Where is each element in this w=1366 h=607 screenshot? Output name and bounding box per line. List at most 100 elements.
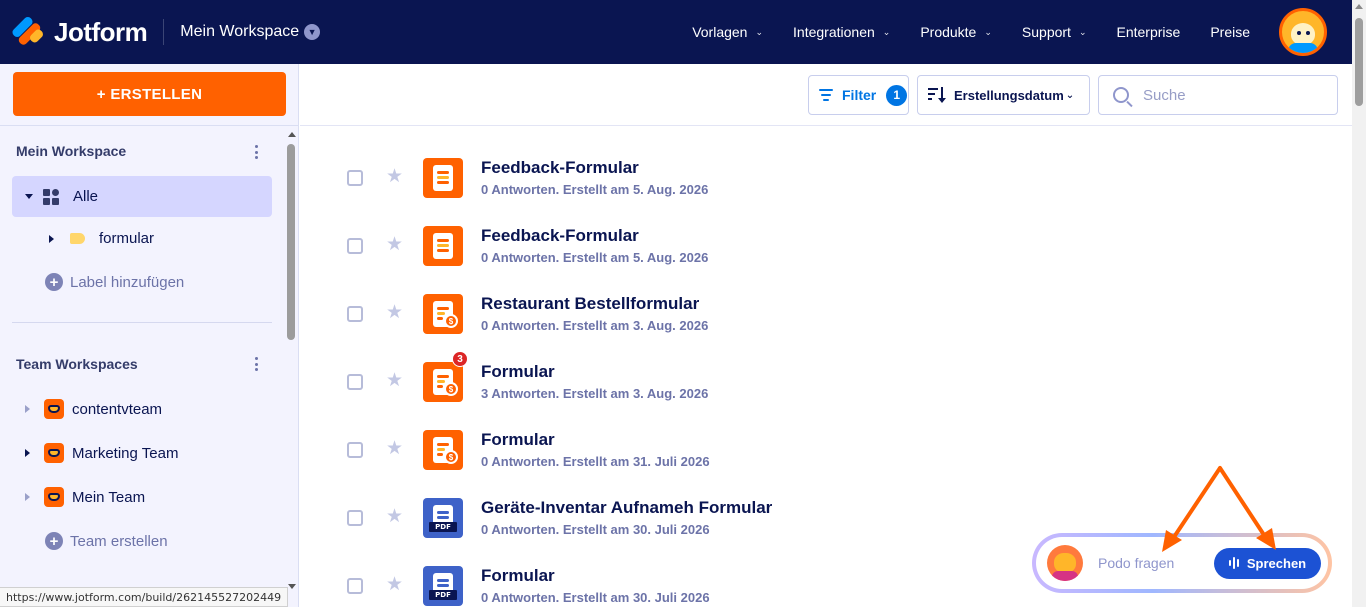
star-icon[interactable]: ★ [386, 303, 403, 322]
sort-label: Erstellungsdatum [954, 87, 1064, 103]
scroll-down-icon[interactable] [288, 584, 296, 589]
user-avatar[interactable] [1279, 8, 1327, 56]
nav-support[interactable]: Support ⌄ [1007, 0, 1102, 64]
sort-dropdown[interactable]: Erstellungsdatum ⌄ [917, 75, 1090, 115]
sidebar-item-team[interactable]: Mein Team [25, 487, 145, 507]
sidebar: + ERSTELLEN Mein Workspace Alle formular… [0, 64, 299, 607]
speak-button[interactable]: Sprechen [1214, 547, 1321, 579]
chevron-down-icon: ▼ [304, 24, 321, 40]
filter-count-badge: 1 [886, 84, 908, 106]
page-scrollbar[interactable] [1352, 0, 1366, 607]
nav-integrationen[interactable]: Integrationen ⌄ [778, 0, 905, 64]
jotform-logo-icon [10, 15, 45, 47]
caret-right-icon[interactable] [25, 493, 30, 501]
filter-icon [819, 89, 833, 101]
scroll-up-icon[interactable] [1355, 4, 1363, 9]
star-icon[interactable]: ★ [386, 167, 403, 186]
divider [12, 322, 272, 323]
add-label-button[interactable]: + Label hinzufügen [45, 273, 184, 291]
audio-wave-icon [1228, 557, 1241, 569]
scrollbar-thumb[interactable] [1355, 18, 1363, 106]
form-list-item[interactable]: ★ $ Restaurant Bestellformular 0 Antwort… [300, 278, 1352, 346]
select-checkbox[interactable] [347, 374, 363, 390]
sidebar-item-alle[interactable]: Alle [12, 176, 272, 217]
caret-right-icon[interactable] [25, 449, 30, 457]
form-list-item[interactable]: ★ Feedback-Formular 0 Antworten. Erstell… [300, 142, 1352, 210]
form-meta: 0 Antworten. Erstellt am 30. Juli 2026 [481, 522, 710, 537]
scroll-up-icon[interactable] [288, 132, 296, 137]
select-checkbox[interactable] [347, 170, 363, 186]
status-bar-url: https://www.jotform.com/build/2621455272… [0, 587, 289, 607]
nav-vorlagen[interactable]: Vorlagen ⌄ [677, 0, 778, 64]
form-list-item[interactable]: ★ $ Formular 0 Antworten. Erstellt am 31… [300, 414, 1352, 482]
form-title[interactable]: Formular [481, 362, 555, 382]
form-list-item[interactable]: ★ Feedback-Formular 0 Antworten. Erstell… [300, 210, 1352, 278]
pdf-form-icon: PDF [423, 566, 463, 606]
caret-right-icon[interactable] [25, 405, 30, 413]
sidebar-item-label: Alle [73, 188, 99, 205]
form-meta: 0 Antworten. Erstellt am 5. Aug. 2026 [481, 182, 709, 197]
caret-down-icon[interactable] [25, 194, 33, 199]
kebab-menu-icon[interactable] [250, 144, 262, 160]
chevron-down-icon: ⌄ [882, 26, 891, 37]
sidebar-item-formular[interactable]: formular [49, 230, 154, 247]
team-workspaces-title: Team Workspaces [16, 356, 138, 372]
form-title[interactable]: Formular [481, 566, 555, 586]
create-button[interactable]: + ERSTELLEN [13, 72, 286, 116]
select-checkbox[interactable] [347, 306, 363, 322]
kebab-menu-icon[interactable] [250, 356, 262, 372]
team-icon [44, 443, 64, 463]
filter-button[interactable]: Filter 1 [808, 75, 909, 115]
nav-preise[interactable]: Preise [1195, 0, 1265, 64]
sidebar-item-team[interactable]: contentvteam [25, 399, 162, 419]
chevron-down-icon: ⌄ [1078, 26, 1087, 37]
ask-podo-input[interactable]: Podo fragen [1098, 555, 1174, 571]
divider [0, 125, 299, 126]
search-icon [1113, 87, 1129, 103]
workspace-selector[interactable]: Mein Workspace ▼ [180, 23, 321, 41]
form-icon [423, 158, 463, 198]
label-tag-icon [70, 233, 85, 244]
speak-label: Sprechen [1246, 555, 1307, 571]
create-team-button[interactable]: + Team erstellen [45, 532, 168, 550]
caret-right-icon[interactable] [49, 234, 54, 243]
form-meta: 0 Antworten. Erstellt am 30. Juli 2026 [481, 590, 710, 605]
form-title[interactable]: Feedback-Formular [481, 226, 639, 246]
create-team-text: Team erstellen [70, 532, 168, 550]
nav-label: Support [1021, 24, 1071, 40]
sort-icon [928, 87, 946, 103]
form-title[interactable]: Feedback-Formular [481, 158, 639, 178]
add-label-text: Label hinzufügen [70, 273, 185, 291]
star-icon[interactable]: ★ [386, 235, 403, 254]
form-title[interactable]: Geräte-Inventar Aufnameh Formular [481, 498, 772, 518]
sidebar-item-team[interactable]: Marketing Team [25, 443, 178, 463]
search-box[interactable] [1098, 75, 1338, 115]
sidebar-scrollbar[interactable] [285, 128, 299, 598]
sidebar-item-label: Marketing Team [72, 444, 179, 462]
form-icon [423, 226, 463, 266]
nav-label: Preise [1210, 24, 1250, 40]
select-checkbox[interactable] [347, 510, 363, 526]
form-meta: 0 Antworten. Erstellt am 5. Aug. 2026 [481, 250, 709, 265]
star-icon[interactable]: ★ [386, 371, 403, 390]
chevron-down-icon: ⌄ [755, 26, 764, 37]
podo-avatar-icon[interactable] [1047, 545, 1083, 581]
nav-enterprise[interactable]: Enterprise [1102, 0, 1196, 64]
nav-produkte[interactable]: Produkte ⌄ [905, 0, 1007, 64]
form-title[interactable]: Restaurant Bestellformular [481, 294, 699, 314]
star-icon[interactable]: ★ [386, 507, 403, 526]
star-icon[interactable]: ★ [386, 575, 403, 594]
nav-label: Produkte [920, 24, 977, 40]
select-checkbox[interactable] [347, 578, 363, 594]
search-input[interactable] [1143, 86, 1323, 104]
logo-text: Jotform [54, 16, 148, 47]
scrollbar-thumb[interactable] [287, 144, 295, 340]
jotform-logo[interactable]: Jotform [10, 0, 148, 64]
nav-label: Vorlagen [692, 24, 748, 40]
form-list-item[interactable]: ★ $ 3 Formular 3 Antworten. Erstellt am … [300, 346, 1352, 414]
form-title[interactable]: Formular [481, 430, 555, 450]
select-checkbox[interactable] [347, 238, 363, 254]
star-icon[interactable]: ★ [386, 439, 403, 458]
my-workspace-title: Mein Workspace [16, 143, 127, 159]
select-checkbox[interactable] [347, 442, 363, 458]
